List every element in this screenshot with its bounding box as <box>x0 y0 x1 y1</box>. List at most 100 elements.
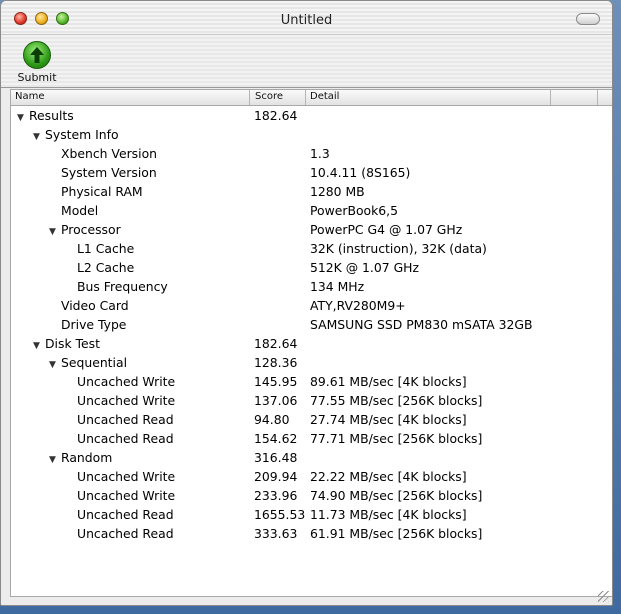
row-score: 154.62 <box>254 431 298 446</box>
disclosure-triangle-expanded-icon[interactable]: ▼ <box>49 455 61 465</box>
row-label: Random <box>61 450 113 465</box>
row-detail: 22.22 MB/sec [4K blocks] <box>310 469 467 484</box>
table-row[interactable]: L2 Cache 512K @ 1.07 GHz <box>11 258 612 277</box>
row-detail: ATY,RV280M9+ <box>310 298 406 313</box>
column-divider[interactable] <box>305 90 306 105</box>
column-divider[interactable] <box>249 90 250 105</box>
row-score: 233.96 <box>254 488 298 503</box>
row-label: Physical RAM <box>61 184 143 199</box>
table-row[interactable]: Uncached Write 137.06 77.55 MB/sec [256K b… <box>11 391 612 410</box>
table-row[interactable]: Uncached Write 233.96 74.90 MB/sec [256K b… <box>11 486 612 505</box>
row-label: L2 Cache <box>77 260 135 275</box>
results-table: Name Score Detail ▼ Results 182.64 ▼ System … <box>10 89 612 597</box>
column-header-score[interactable]: Score <box>255 91 283 102</box>
disclosure-triangle-expanded-icon[interactable]: ▼ <box>33 132 45 142</box>
row-name: ▼ System Info <box>33 127 119 142</box>
table-row[interactable]: Uncached Write 145.95 89.61 MB/sec [4K blo… <box>11 372 612 391</box>
table-row[interactable]: Uncached Read 154.62 77.71 MB/sec [256K bl… <box>11 429 612 448</box>
row-label: Xbench Version <box>61 146 157 161</box>
row-detail: 10.4.11 (8S165) <box>310 165 411 180</box>
row-score: 316.48 <box>254 450 298 465</box>
table-row[interactable]: ▼ Processor PowerPC G4 @ 1.07 GHz <box>11 220 612 239</box>
column-divider[interactable] <box>597 90 598 105</box>
row-score: 1655.53 <box>254 507 306 522</box>
toolbar-toggle-button[interactable] <box>576 13 600 25</box>
row-score: 145.95 <box>254 374 298 389</box>
row-label: Video Card <box>61 298 129 313</box>
submit-button[interactable]: Submit <box>14 39 60 85</box>
toolbar: Submit <box>1 35 612 88</box>
table-header: Name Score Detail <box>11 90 612 106</box>
row-name: Uncached Write <box>65 393 175 408</box>
row-name: System Version <box>49 165 157 180</box>
row-name: Drive Type <box>49 317 126 332</box>
row-name: Uncached Write <box>65 374 175 389</box>
table-row[interactable]: ▼ System Info <box>11 125 612 144</box>
row-name: ▼ Processor <box>49 222 121 237</box>
table-row[interactable]: ▼ Random 316.48 <box>11 448 612 467</box>
table-row[interactable]: Xbench Version 1.3 <box>11 144 612 163</box>
row-name: Uncached Read <box>65 526 174 541</box>
disclosure-triangle-expanded-icon[interactable]: ▼ <box>17 113 29 123</box>
row-label: Uncached Read <box>77 431 174 446</box>
table-row[interactable]: Drive Type SAMSUNG SSD PM830 mSATA 32GB <box>11 315 612 334</box>
table-row[interactable]: Uncached Write 209.94 22.22 MB/sec [4K blo… <box>11 467 612 486</box>
row-detail: PowerBook6,5 <box>310 203 399 218</box>
row-name: Uncached Read <box>65 412 174 427</box>
row-name: Uncached Write <box>65 488 175 503</box>
table-row[interactable]: Bus Frequency 134 MHz <box>11 277 612 296</box>
row-detail: PowerPC G4 @ 1.07 GHz <box>310 222 463 237</box>
row-name: Bus Frequency <box>65 279 168 294</box>
row-detail: 134 MHz <box>310 279 365 294</box>
app-window: Untitled Submit Name Score Detail ▼ Resul… <box>0 0 613 606</box>
disclosure-triangle-expanded-icon[interactable]: ▼ <box>49 227 61 237</box>
row-score: 137.06 <box>254 393 298 408</box>
row-detail: 77.71 MB/sec [256K blocks] <box>310 431 483 446</box>
table-row[interactable]: Video Card ATY,RV280M9+ <box>11 296 612 315</box>
table-row[interactable]: Model PowerBook6,5 <box>11 201 612 220</box>
table-row[interactable]: L1 Cache 32K (instruction), 32K (data) <box>11 239 612 258</box>
row-label: Uncached Write <box>77 469 176 484</box>
resize-grip[interactable] <box>598 591 609 602</box>
table-row[interactable]: ▼ Disk Test 182.64 <box>11 334 612 353</box>
table-row[interactable]: Uncached Read 1655.53 11.73 MB/sec [4K blo… <box>11 505 612 524</box>
row-name: ▼ Results <box>17 108 74 123</box>
disclosure-triangle-expanded-icon[interactable]: ▼ <box>49 360 61 370</box>
row-detail: 27.74 MB/sec [4K blocks] <box>310 412 467 427</box>
window-title: Untitled <box>280 13 333 28</box>
row-label: Uncached Read <box>77 412 174 427</box>
row-detail: 61.91 MB/sec [256K blocks] <box>310 526 483 541</box>
row-label: Uncached Write <box>77 393 176 408</box>
column-header-detail[interactable]: Detail <box>310 91 339 102</box>
column-header-name[interactable]: Name <box>15 91 45 102</box>
row-name: Uncached Read <box>65 431 174 446</box>
row-label: Uncached Read <box>77 526 174 541</box>
up-arrow-icon <box>23 41 51 69</box>
row-name: Uncached Write <box>65 469 175 484</box>
row-label: Drive Type <box>61 317 127 332</box>
table-row[interactable]: ▼ Sequential 128.36 <box>11 353 612 372</box>
row-name: Xbench Version <box>49 146 157 161</box>
row-name: Video Card <box>49 298 129 313</box>
row-name: ▼ Sequential <box>49 355 127 370</box>
row-score: 94.80 <box>254 412 290 427</box>
row-label: L1 Cache <box>77 241 135 256</box>
table-body: ▼ Results 182.64 ▼ System Info Xbench Version… <box>11 106 612 543</box>
disclosure-triangle-expanded-icon[interactable]: ▼ <box>33 341 45 351</box>
row-detail: 89.61 MB/sec [4K blocks] <box>310 374 467 389</box>
row-label: System Version <box>61 165 157 180</box>
row-detail: SAMSUNG SSD PM830 mSATA 32GB <box>310 317 533 332</box>
row-detail: 32K (instruction), 32K (data) <box>310 241 487 256</box>
table-row[interactable]: Physical RAM 1280 MB <box>11 182 612 201</box>
row-detail: 74.90 MB/sec [256K blocks] <box>310 488 483 503</box>
row-detail: 512K @ 1.07 GHz <box>310 260 419 275</box>
column-divider[interactable] <box>550 90 551 105</box>
row-detail: 77.55 MB/sec [256K blocks] <box>310 393 483 408</box>
row-label: Uncached Read <box>77 507 174 522</box>
table-row[interactable]: ▼ Results 182.64 <box>11 106 612 125</box>
table-row[interactable]: Uncached Read 94.80 27.74 MB/sec [4K block… <box>11 410 612 429</box>
table-row[interactable]: System Version 10.4.11 (8S165) <box>11 163 612 182</box>
table-row[interactable]: Uncached Read 333.63 61.91 MB/sec [256K bl… <box>11 524 612 543</box>
title-bar[interactable]: Untitled <box>1 1 612 35</box>
row-score: 182.64 <box>254 336 298 351</box>
